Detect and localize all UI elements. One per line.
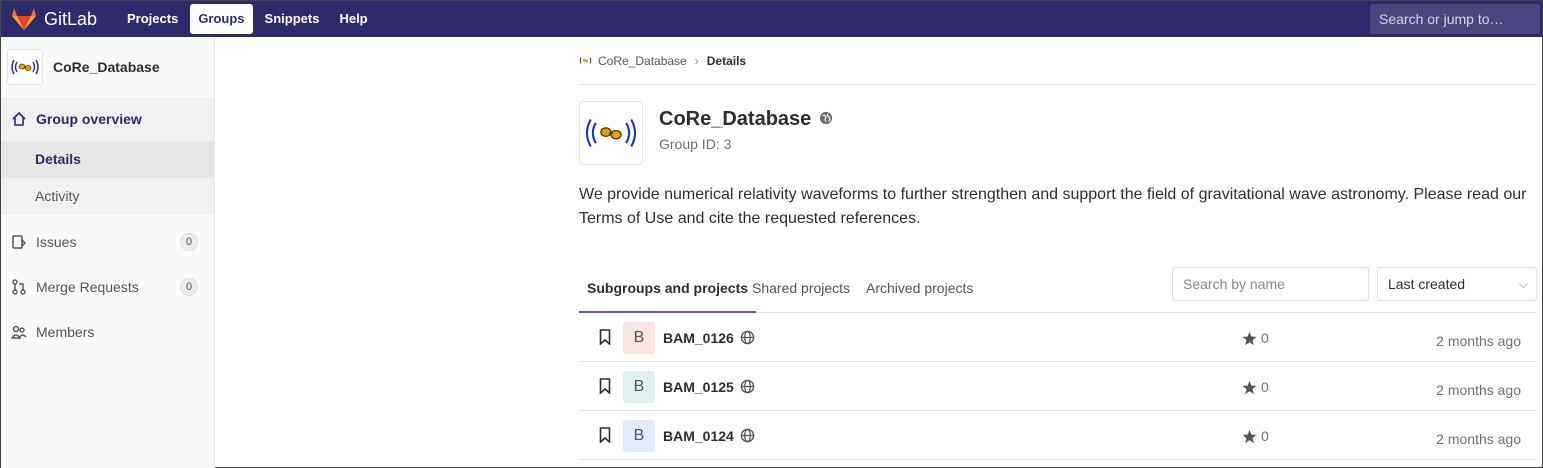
group-avatar-small [7, 49, 43, 85]
project-row[interactable]: B BAM_0125 0 2 months ago [579, 362, 1537, 411]
sidebar-subnav: Details Activity [1, 141, 214, 215]
home-icon [11, 111, 27, 127]
breadcrumb: CoRe_Database › Details [579, 37, 1537, 85]
nav-groups[interactable]: Groups [190, 4, 253, 34]
sidebar-subitem-details[interactable]: Details [1, 141, 214, 178]
core-logo-icon [11, 59, 39, 75]
breadcrumb-current[interactable]: Details [707, 54, 746, 68]
members-icon [11, 324, 27, 340]
global-search-input[interactable]: Search or jump to… [1370, 4, 1540, 34]
public-visibility-icon [740, 428, 755, 446]
group-avatar-tiny-icon [579, 54, 592, 67]
nav-projects[interactable]: Projects [119, 4, 186, 34]
merge-request-icon [11, 278, 27, 295]
project-updated-time: 2 months ago [1436, 333, 1521, 349]
star-icon [1242, 380, 1257, 394]
sidebar-subitem-activity[interactable]: Activity [1, 178, 214, 215]
issues-icon [11, 234, 27, 250]
top-navbar: GitLab Projects Groups Snippets Help Sea… [1, 1, 1542, 37]
public-visibility-icon [819, 108, 833, 131]
sidebar-context-title: CoRe_Database [53, 59, 160, 75]
sidebar-item-merge-requests[interactable]: Merge Requests 0 [1, 264, 214, 309]
public-visibility-icon [740, 330, 755, 348]
core-logo-icon [585, 118, 637, 148]
group-avatar [579, 101, 643, 165]
merge-requests-count-badge: 0 [180, 278, 198, 296]
brand-text: GitLab [44, 8, 98, 29]
brand-link[interactable]: GitLab [1, 7, 119, 31]
sidebar-item-members[interactable]: Members [1, 309, 214, 354]
gitlab-logo-icon [12, 8, 36, 30]
star-count-value: 0 [1261, 379, 1269, 395]
project-name-link[interactable]: BAM_0126 [663, 330, 734, 346]
project-row[interactable]: B BAM_0124 0 2 months ago [579, 411, 1537, 460]
bookmark-icon [599, 427, 611, 446]
nav-snippets[interactable]: Snippets [257, 4, 328, 34]
project-avatar[interactable]: B [623, 371, 655, 403]
star-count: 0 [1242, 330, 1269, 346]
nav-help[interactable]: Help [331, 4, 375, 34]
group-title: CoRe_Database [659, 108, 833, 131]
project-row[interactable]: B BAM_0126 0 2 months ago [579, 313, 1537, 362]
sidebar-context-header[interactable]: CoRe_Database [1, 37, 214, 97]
sidebar-item-label: Members [36, 323, 95, 340]
tab-subgroups-and-projects[interactable]: Subgroups and projects [579, 265, 757, 313]
project-name-link[interactable]: BAM_0124 [663, 428, 734, 444]
group-name: CoRe_Database [659, 108, 812, 130]
bookmark-icon [599, 378, 611, 397]
sort-dropdown-label: Last created [1388, 276, 1466, 292]
sidebar-item-label: Group overview [36, 111, 142, 127]
sidebar-item-label: Issues [36, 233, 77, 250]
tab-shared-projects[interactable]: Shared projects [752, 265, 850, 313]
group-description: We provide numerical relativity waveform… [579, 186, 1527, 227]
main-content: CoRe_Database › Details CoRe_Database Gr… [579, 37, 1537, 460]
issues-count-badge: 0 [180, 233, 198, 251]
public-visibility-icon [740, 379, 755, 397]
tab-archived-projects[interactable]: Archived projects [866, 265, 973, 313]
filter-search-input[interactable] [1172, 267, 1369, 301]
star-count: 0 [1242, 379, 1269, 395]
bookmark-icon [599, 329, 611, 348]
star-icon [1242, 429, 1257, 443]
project-list: B BAM_0126 0 2 months ago B BAM_0125 0 2… [579, 313, 1537, 460]
sidebar-item-issues[interactable]: Issues 0 [1, 219, 214, 264]
group-id: Group ID: 3 [659, 136, 732, 152]
chevron-down-icon: ⌵ [1518, 277, 1528, 291]
project-updated-time: 2 months ago [1436, 382, 1521, 398]
star-count-value: 0 [1261, 428, 1269, 444]
sidebar: CoRe_Database Group overview Details Act… [1, 37, 215, 468]
group-header: CoRe_Database Group ID: 3 [579, 101, 1537, 165]
group-tabs: Subgroups and projects Shared projects A… [579, 265, 1537, 313]
sidebar-item-label: Merge Requests [36, 278, 139, 295]
group-info: CoRe_Database Group ID: 3 [659, 108, 833, 152]
chevron-right-icon: › [694, 53, 699, 68]
star-count-value: 0 [1261, 330, 1269, 346]
project-avatar[interactable]: B [623, 420, 655, 452]
project-name-link[interactable]: BAM_0125 [663, 379, 734, 395]
star-count: 0 [1242, 428, 1269, 444]
star-icon [1242, 331, 1257, 345]
sort-dropdown[interactable]: Last created ⌵ [1377, 267, 1537, 301]
breadcrumb-group-link[interactable]: CoRe_Database [598, 54, 687, 68]
sidebar-item-group-overview[interactable]: Group overview [1, 97, 214, 141]
project-avatar[interactable]: B [623, 322, 655, 354]
project-updated-time: 2 months ago [1436, 431, 1521, 447]
